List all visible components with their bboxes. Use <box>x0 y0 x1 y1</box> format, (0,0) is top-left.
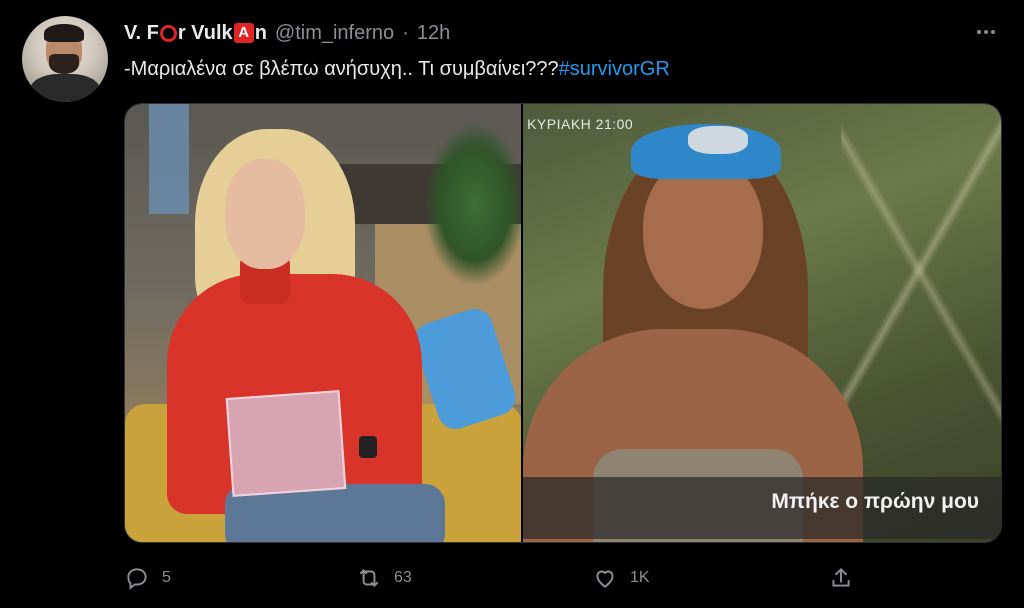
display-name[interactable]: V. F r Vulk A n <box>124 22 267 45</box>
red-circle-emoji-icon <box>159 24 177 42</box>
media-image-contestant: ΚΥΡΙΑΚΗ 21:00 Μπήκε ο πρώην μου <box>523 104 1001 542</box>
retweet-button[interactable]: 63 <box>356 560 412 596</box>
tweet-media[interactable]: ΚΥΡΙΑΚΗ 21:00 Μπήκε ο πρώην μου <box>124 103 1002 543</box>
contestant-face <box>643 159 764 309</box>
user-handle[interactable]: @tim_inferno <box>275 22 394 45</box>
tweet-timestamp[interactable]: 12h <box>417 22 450 45</box>
hashtag-link[interactable]: #survivorGR <box>559 58 670 80</box>
red-a-button-emoji-icon: A <box>233 23 254 43</box>
more-icon-dot <box>984 30 988 34</box>
wrist-watch <box>359 436 377 458</box>
tweet-body: -Μαριαλένα σε βλέπω ανήσυχη.. Τι συμβαίν… <box>124 58 559 80</box>
share-button[interactable] <box>828 560 854 596</box>
tweet-actions: 5 63 1K <box>124 560 864 596</box>
avatar-body <box>30 74 100 102</box>
host-face <box>225 159 305 269</box>
retweet-icon <box>359 569 379 587</box>
avatar-hair <box>44 24 84 42</box>
like-button[interactable]: 1K <box>592 560 650 596</box>
retweet-count: 63 <box>394 569 412 586</box>
background-plant <box>425 124 522 284</box>
bandana-print <box>688 126 749 154</box>
display-name-part-2: r Vulk <box>177 21 233 44</box>
reply-count: 5 <box>162 569 171 586</box>
tweet-text: -Μαριαλένα σε βλέπω ανήσυχη.. Τι συμβαίν… <box>124 58 670 81</box>
tweet: V. F r Vulk A n @tim_inferno · 12h -Μαρι… <box>0 0 1024 608</box>
more-options-button[interactable] <box>972 18 1000 46</box>
background-window <box>149 104 189 214</box>
more-icon <box>977 30 981 34</box>
reply-button[interactable]: 5 <box>124 560 171 596</box>
more-icon-dot <box>991 30 995 34</box>
reply-icon <box>127 568 147 590</box>
like-count: 1K <box>630 569 650 586</box>
share-icon <box>832 567 850 587</box>
avatar[interactable] <box>22 16 108 102</box>
show-card <box>225 390 347 497</box>
header-separator: · <box>402 21 409 44</box>
heart-icon <box>596 570 614 588</box>
avatar-beard <box>49 54 79 74</box>
video-subtitle: Μπήκε ο πρώην μου <box>771 490 979 513</box>
channel-tag: ΚΥΡΙΑΚΗ 21:00 <box>527 116 634 132</box>
media-image-host <box>125 104 522 542</box>
display-name-part-3: n <box>254 21 267 44</box>
tweet-header: V. F r Vulk A n @tim_inferno · 12h <box>124 18 450 48</box>
display-name-part-1: V. F <box>124 21 159 44</box>
